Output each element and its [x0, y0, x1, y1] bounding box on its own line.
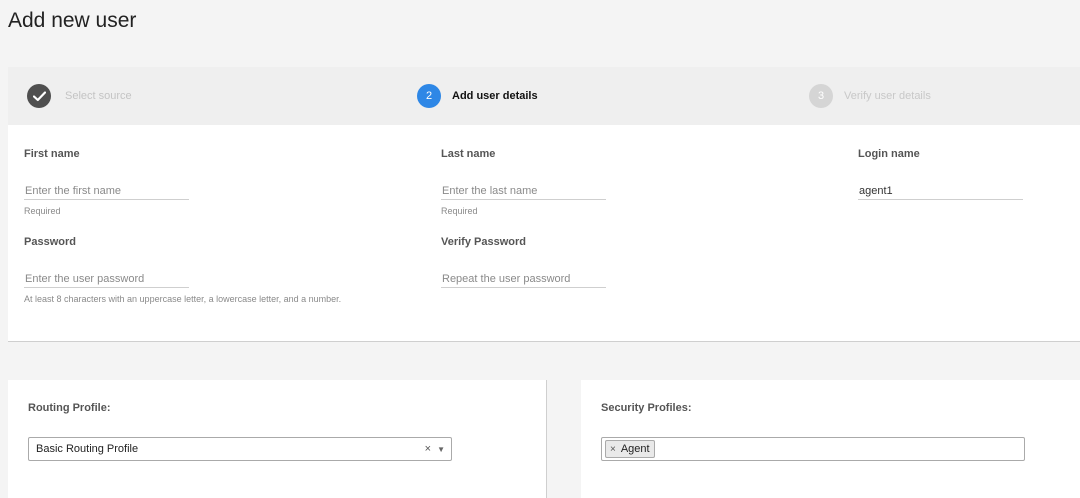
routing-profile-label: Routing Profile: [28, 402, 111, 414]
security-profiles-label: Security Profiles: [601, 402, 692, 414]
step-label: Add user details [452, 90, 538, 102]
login-name-input[interactable] [858, 182, 1023, 200]
step-select-source[interactable]: Select source [27, 84, 132, 108]
tag-label: Agent [620, 443, 650, 455]
routing-profile-value: Basic Routing Profile [36, 443, 139, 455]
verify-password-input[interactable] [441, 270, 606, 288]
check-icon [27, 84, 51, 108]
user-details-form: First name Required Last name Required L… [8, 125, 1080, 341]
security-profiles-select[interactable]: × Agent [601, 437, 1025, 461]
routing-profile-select[interactable]: Basic Routing Profile × ▼ [28, 437, 452, 461]
step-number: 3 [809, 84, 833, 108]
close-icon[interactable]: × [425, 443, 431, 455]
close-icon[interactable]: × [610, 444, 616, 455]
last-name-hint: Required [441, 206, 478, 216]
last-name-input[interactable] [441, 182, 606, 200]
page-title: Add new user [8, 9, 137, 32]
password-label: Password [24, 236, 76, 248]
chevron-down-icon[interactable]: ▼ [437, 445, 445, 454]
routing-profile-panel: Routing Profile: Basic Routing Profile ×… [8, 380, 547, 498]
security-profiles-panel: Security Profiles: × Agent [581, 380, 1080, 498]
password-input[interactable] [24, 270, 189, 288]
password-hint: At least 8 characters with an uppercase … [24, 294, 342, 304]
step-label: Verify user details [844, 90, 931, 102]
step-add-user-details[interactable]: 2 Add user details [417, 84, 538, 108]
verify-password-label: Verify Password [441, 236, 526, 248]
first-name-hint: Required [24, 206, 61, 216]
section-divider [8, 341, 1080, 342]
first-name-label: First name [24, 148, 80, 160]
step-label: Select source [65, 90, 132, 102]
wizard-stepper: Select source 2 Add user details 3 Verif… [8, 67, 1080, 125]
login-name-label: Login name [858, 148, 920, 160]
step-verify-user-details[interactable]: 3 Verify user details [809, 84, 931, 108]
security-profile-tag: × Agent [605, 440, 655, 458]
first-name-input[interactable] [24, 182, 189, 200]
last-name-label: Last name [441, 148, 496, 160]
step-number: 2 [417, 84, 441, 108]
